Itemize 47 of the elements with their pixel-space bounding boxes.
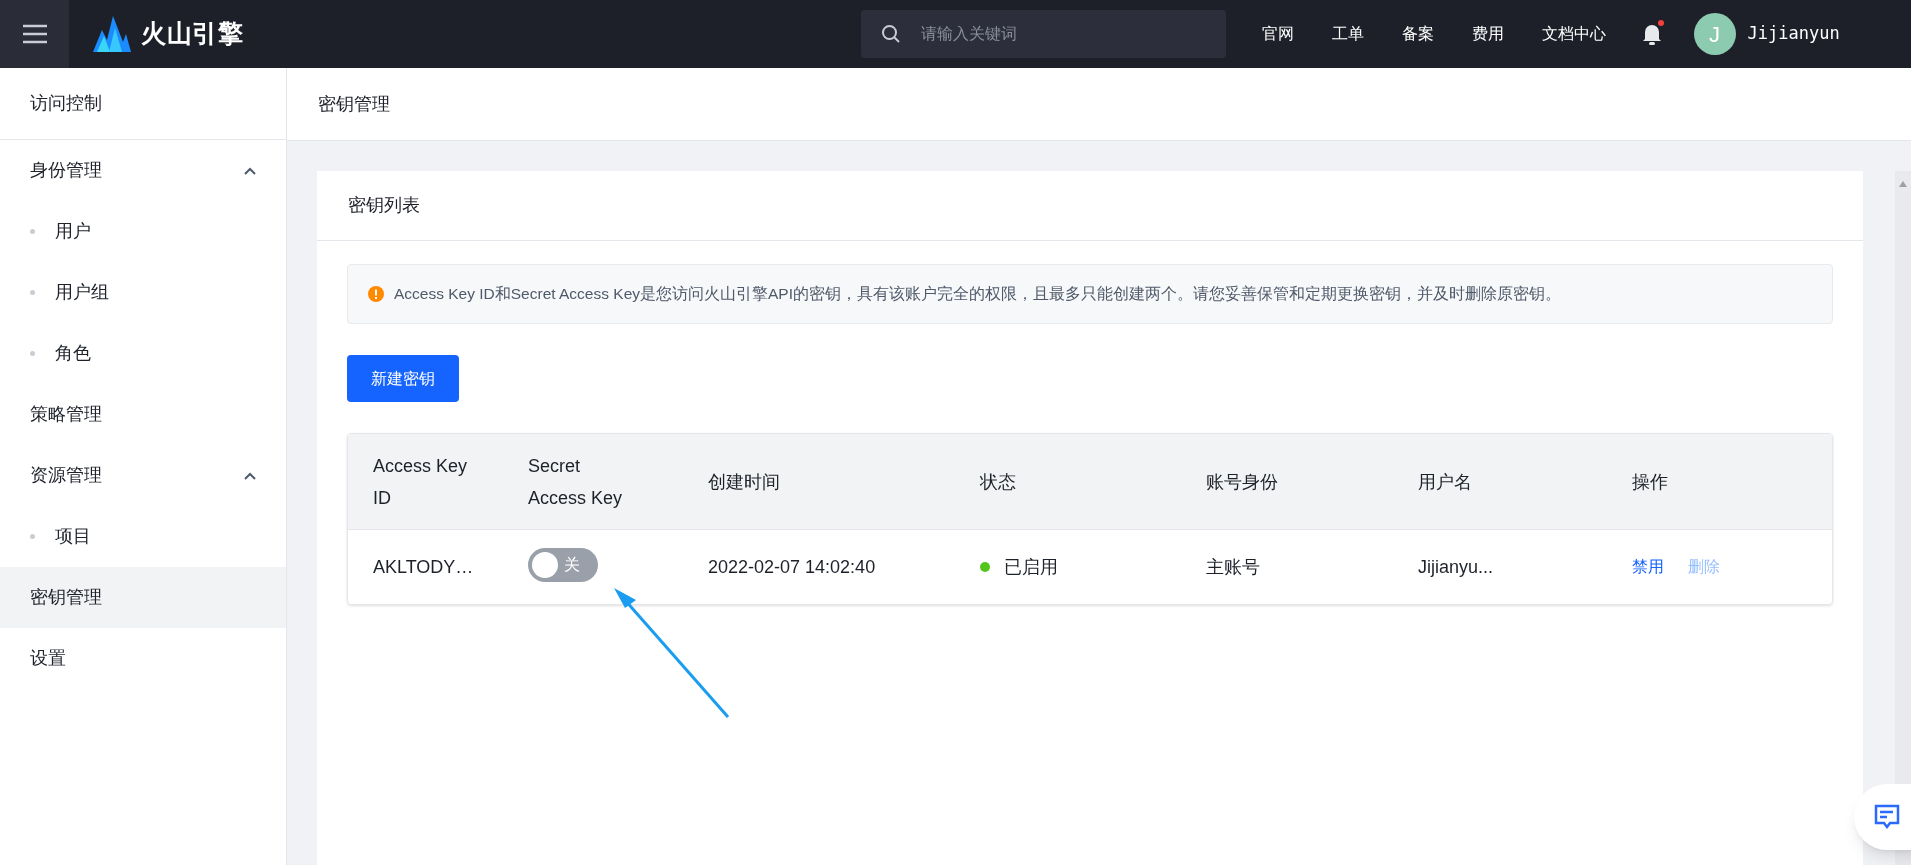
bullet-icon [30, 351, 35, 356]
nav-link[interactable]: 工单 [1331, 22, 1364, 46]
sidebar-item[interactable]: 资源管理 [0, 445, 286, 506]
page-title: 密钥管理 [287, 68, 1911, 141]
sidebar-subitem[interactable]: 用户 [0, 201, 286, 262]
card-title: 密钥列表 [317, 171, 1863, 241]
sidebar-item[interactable]: 策略管理 [0, 384, 286, 445]
sidebar-subitem[interactable]: 项目 [0, 506, 286, 567]
search-field[interactable]: 请输入关键词 [860, 10, 1226, 58]
warning-icon [368, 286, 384, 302]
table-cell: 2022-02-07 14:02:40 [708, 556, 876, 577]
search-icon [880, 24, 901, 44]
column-header: 状态 [980, 471, 1016, 492]
column-header: Access Key ID [373, 454, 469, 510]
action-link[interactable]: 禁用 [1632, 555, 1664, 579]
nav-link[interactable]: 费用 [1471, 22, 1504, 46]
sidebar-item[interactable]: 身份管理 [0, 140, 286, 201]
message-icon [1874, 804, 1900, 830]
column-header: 创建时间 [708, 471, 780, 492]
status-text: 已启用 [1004, 555, 1058, 579]
notice-text: Access Key ID和Secret Access Key是您访问火山引擎API的密钥，具有该账户完全的权限，且最多只能创建两个。请您妥善保管和定期更换密钥，并及时删除原密钥。 [394, 284, 1561, 305]
table-cell: AKLTODY… [373, 556, 474, 577]
sidebar-item[interactable]: 设置 [0, 628, 286, 689]
bullet-icon [30, 290, 35, 295]
menu-button[interactable] [0, 0, 69, 68]
nav-link[interactable]: 备案 [1401, 22, 1434, 46]
table-cell: Jijianyu... [1418, 556, 1494, 577]
create-key-button[interactable]: 新建密钥 [347, 355, 459, 402]
bullet-icon [30, 229, 35, 234]
bullet-icon [30, 534, 35, 539]
column-header: 用户名 [1418, 471, 1472, 492]
table-cell: 主账号 [1206, 556, 1260, 577]
mountain-logo-icon [93, 16, 131, 52]
brand-name: 火山引擎 [141, 18, 244, 50]
column-header: 操作 [1632, 471, 1668, 492]
sidebar-subitem[interactable]: 用户组 [0, 262, 286, 323]
feedback-button[interactable] [1854, 784, 1911, 850]
nav-link[interactable]: 文档中心 [1541, 22, 1606, 46]
sidebar-title: 访问控制 [0, 68, 286, 140]
column-header: Secret Access Key [528, 454, 624, 510]
nav-link[interactable]: 官网 [1261, 22, 1294, 46]
sidebar-item[interactable]: 密钥管理 [0, 567, 286, 628]
column-header: 账号身份 [1206, 471, 1278, 492]
sidebar-subitem[interactable]: 角色 [0, 323, 286, 384]
menu-icon [21, 24, 48, 44]
user-name[interactable]: Jijianyun [1747, 21, 1840, 47]
bell-icon[interactable] [1641, 23, 1662, 45]
